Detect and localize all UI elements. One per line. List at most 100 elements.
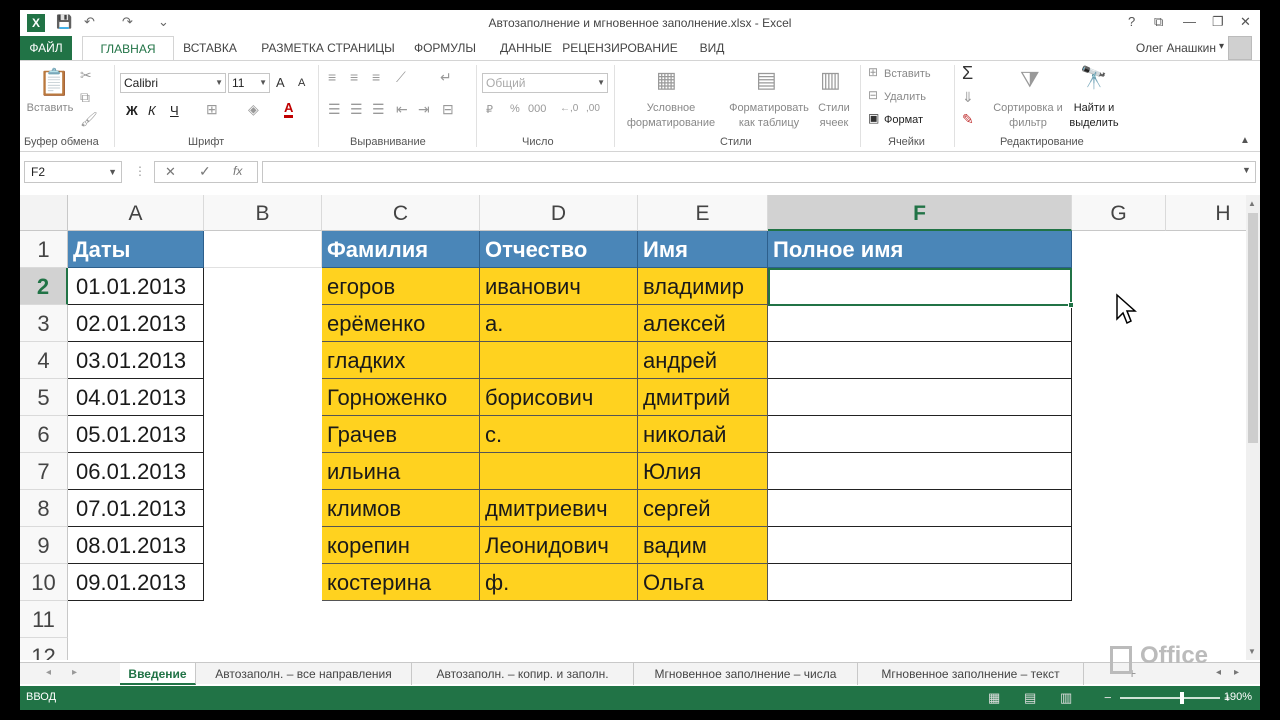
- scroll-down-icon[interactable]: ▼: [1248, 647, 1256, 656]
- cell-f1[interactable]: Полное имя: [768, 231, 1072, 268]
- patronymic-cell[interactable]: с.: [480, 416, 638, 453]
- fill-handle[interactable]: [1068, 302, 1074, 308]
- scroll-thumb[interactable]: [1248, 213, 1258, 443]
- format-as-table-button[interactable]: Форматировать как таблицу: [724, 101, 814, 131]
- row-header-1[interactable]: 1: [20, 231, 68, 268]
- date-cell[interactable]: 09.01.2013: [68, 564, 204, 601]
- close-button[interactable]: ✕: [1240, 14, 1251, 30]
- cell-a1[interactable]: Даты: [68, 231, 204, 268]
- expand-formula-bar-icon[interactable]: ▼: [1242, 165, 1251, 175]
- page-layout-view-icon[interactable]: ▤: [1024, 690, 1036, 706]
- row-header-4[interactable]: 4: [20, 342, 68, 379]
- tab-page-layout[interactable]: РАЗМЕТКА СТРАНИЦЫ: [248, 36, 408, 60]
- select-all-corner[interactable]: [20, 195, 68, 231]
- minimize-button[interactable]: —: [1183, 14, 1196, 29]
- cell-styles-icon[interactable]: ▥: [820, 67, 841, 93]
- number-format-combo[interactable]: Общий ▼: [482, 73, 608, 93]
- date-cell[interactable]: 05.01.2013: [68, 416, 204, 453]
- font-size-combo[interactable]: 11 ▼: [228, 73, 270, 93]
- tab-review[interactable]: РЕЦЕНЗИРОВАНИЕ: [560, 36, 680, 60]
- align-center-icon[interactable]: ☰: [350, 101, 363, 118]
- column-header-d[interactable]: D: [480, 195, 638, 231]
- patronymic-cell[interactable]: ф.: [480, 564, 638, 601]
- increase-decimal-icon[interactable]: ←,0: [560, 103, 578, 114]
- full-name-cell[interactable]: [768, 490, 1072, 527]
- merge-center-icon[interactable]: ⊟: [442, 101, 454, 118]
- tab-data[interactable]: ДАННЫЕ: [486, 36, 566, 60]
- align-bottom-icon[interactable]: ≡: [372, 69, 380, 85]
- collapse-ribbon-icon[interactable]: ▲: [1240, 135, 1250, 146]
- name-cell[interactable]: дмитрий: [638, 379, 768, 416]
- underline-button[interactable]: Ч: [170, 103, 179, 118]
- normal-view-icon[interactable]: ▦: [988, 690, 1000, 706]
- sheet-tab-autofill-all[interactable]: Автозаполн. – все направления: [196, 663, 412, 685]
- clear-icon[interactable]: ✎: [962, 111, 974, 128]
- grow-font-icon[interactable]: A: [276, 75, 285, 90]
- column-header-g[interactable]: G: [1072, 195, 1166, 231]
- user-chevron-down-icon[interactable]: ▾: [1219, 41, 1224, 52]
- ribbon-display-icon[interactable]: ⧉: [1154, 14, 1163, 30]
- paste-icon[interactable]: 📋: [38, 67, 70, 98]
- copy-icon[interactable]: ⧉: [80, 89, 90, 106]
- font-color-icon[interactable]: A: [284, 101, 294, 118]
- formula-input[interactable]: [262, 161, 1256, 183]
- percent-icon[interactable]: %: [510, 103, 520, 115]
- user-name[interactable]: Олег Анашкин: [1136, 41, 1216, 55]
- name-cell[interactable]: николай: [638, 416, 768, 453]
- name-box[interactable]: F2 ▼: [24, 161, 122, 183]
- avatar[interactable]: [1228, 36, 1252, 60]
- autosum-icon[interactable]: Σ: [962, 63, 973, 84]
- increase-indent-icon[interactable]: ⇥: [418, 101, 430, 118]
- patronymic-cell[interactable]: Леонидович: [480, 527, 638, 564]
- prev-sheet-icon[interactable]: ◂: [46, 667, 51, 678]
- wrap-text-icon[interactable]: ↵: [440, 69, 452, 86]
- name-cell[interactable]: владимир: [638, 268, 768, 305]
- date-cell[interactable]: 08.01.2013: [68, 527, 204, 564]
- column-header-e[interactable]: E: [638, 195, 768, 231]
- row-header-7[interactable]: 7: [20, 453, 68, 490]
- cell-b1[interactable]: [204, 231, 322, 268]
- currency-icon[interactable]: ₽: [486, 103, 493, 116]
- zoom-out-icon[interactable]: −: [1104, 690, 1112, 705]
- find-select-icon[interactable]: 🔭: [1080, 65, 1107, 91]
- scroll-up-icon[interactable]: ▲: [1248, 199, 1256, 208]
- shrink-font-icon[interactable]: A: [298, 77, 305, 89]
- sort-filter-button[interactable]: Сортировка и фильтр: [992, 101, 1064, 131]
- column-header-f[interactable]: F: [768, 195, 1072, 231]
- cell-styles-button[interactable]: Стили ячеек: [812, 101, 856, 131]
- full-name-cell[interactable]: [768, 379, 1072, 416]
- full-name-cell[interactable]: [768, 342, 1072, 379]
- date-cell[interactable]: 02.01.2013: [68, 305, 204, 342]
- full-name-cell[interactable]: [768, 416, 1072, 453]
- surname-cell[interactable]: корепин: [322, 527, 480, 564]
- delete-cells-button[interactable]: Удалить: [884, 90, 944, 105]
- paste-button[interactable]: Вставить: [24, 101, 76, 116]
- full-name-cell[interactable]: [768, 527, 1072, 564]
- name-cell[interactable]: Юлия: [638, 453, 768, 490]
- insert-cells-button[interactable]: Вставить: [884, 67, 944, 82]
- surname-cell[interactable]: костерина: [322, 564, 480, 601]
- cancel-icon[interactable]: ✕: [165, 164, 176, 180]
- row-header-3[interactable]: 3: [20, 305, 68, 342]
- find-select-button[interactable]: Найти и выделить: [1064, 101, 1124, 131]
- format-painter-icon[interactable]: 🖌: [80, 111, 98, 128]
- maximize-button[interactable]: ❐: [1212, 14, 1224, 30]
- sheet-tab-autofill-copy[interactable]: Автозаполн. – копир. и заполн.: [412, 663, 634, 685]
- patronymic-cell[interactable]: [480, 453, 638, 490]
- format-cells-button[interactable]: Формат: [884, 113, 944, 128]
- column-header-b[interactable]: B: [204, 195, 322, 231]
- tab-view[interactable]: ВИД: [690, 36, 734, 60]
- conditional-formatting-button[interactable]: Условное форматирование: [616, 101, 726, 131]
- sheet-tab-flashfill-text[interactable]: Мгновенное заполнение – текст: [858, 663, 1084, 685]
- scroll-right-icon[interactable]: ▸: [1234, 667, 1239, 678]
- sheet-tab-flashfill-numbers[interactable]: Мгновенное заполнение – числа: [634, 663, 858, 685]
- row-header-2[interactable]: 2: [20, 268, 68, 305]
- patronymic-cell[interactable]: а.: [480, 305, 638, 342]
- row-header-10[interactable]: 10: [20, 564, 68, 601]
- font-name-combo[interactable]: Calibri ▼: [120, 73, 226, 93]
- worksheet-grid[interactable]: A B C D E F G H 1 2 3 4 5 6 7 8 9 10 11 …: [20, 195, 1246, 660]
- scroll-left-icon[interactable]: ◂: [1216, 667, 1221, 678]
- cut-icon[interactable]: ✂: [80, 67, 92, 84]
- column-header-h[interactable]: H: [1166, 195, 1246, 231]
- zoom-level[interactable]: 190%: [1224, 691, 1252, 703]
